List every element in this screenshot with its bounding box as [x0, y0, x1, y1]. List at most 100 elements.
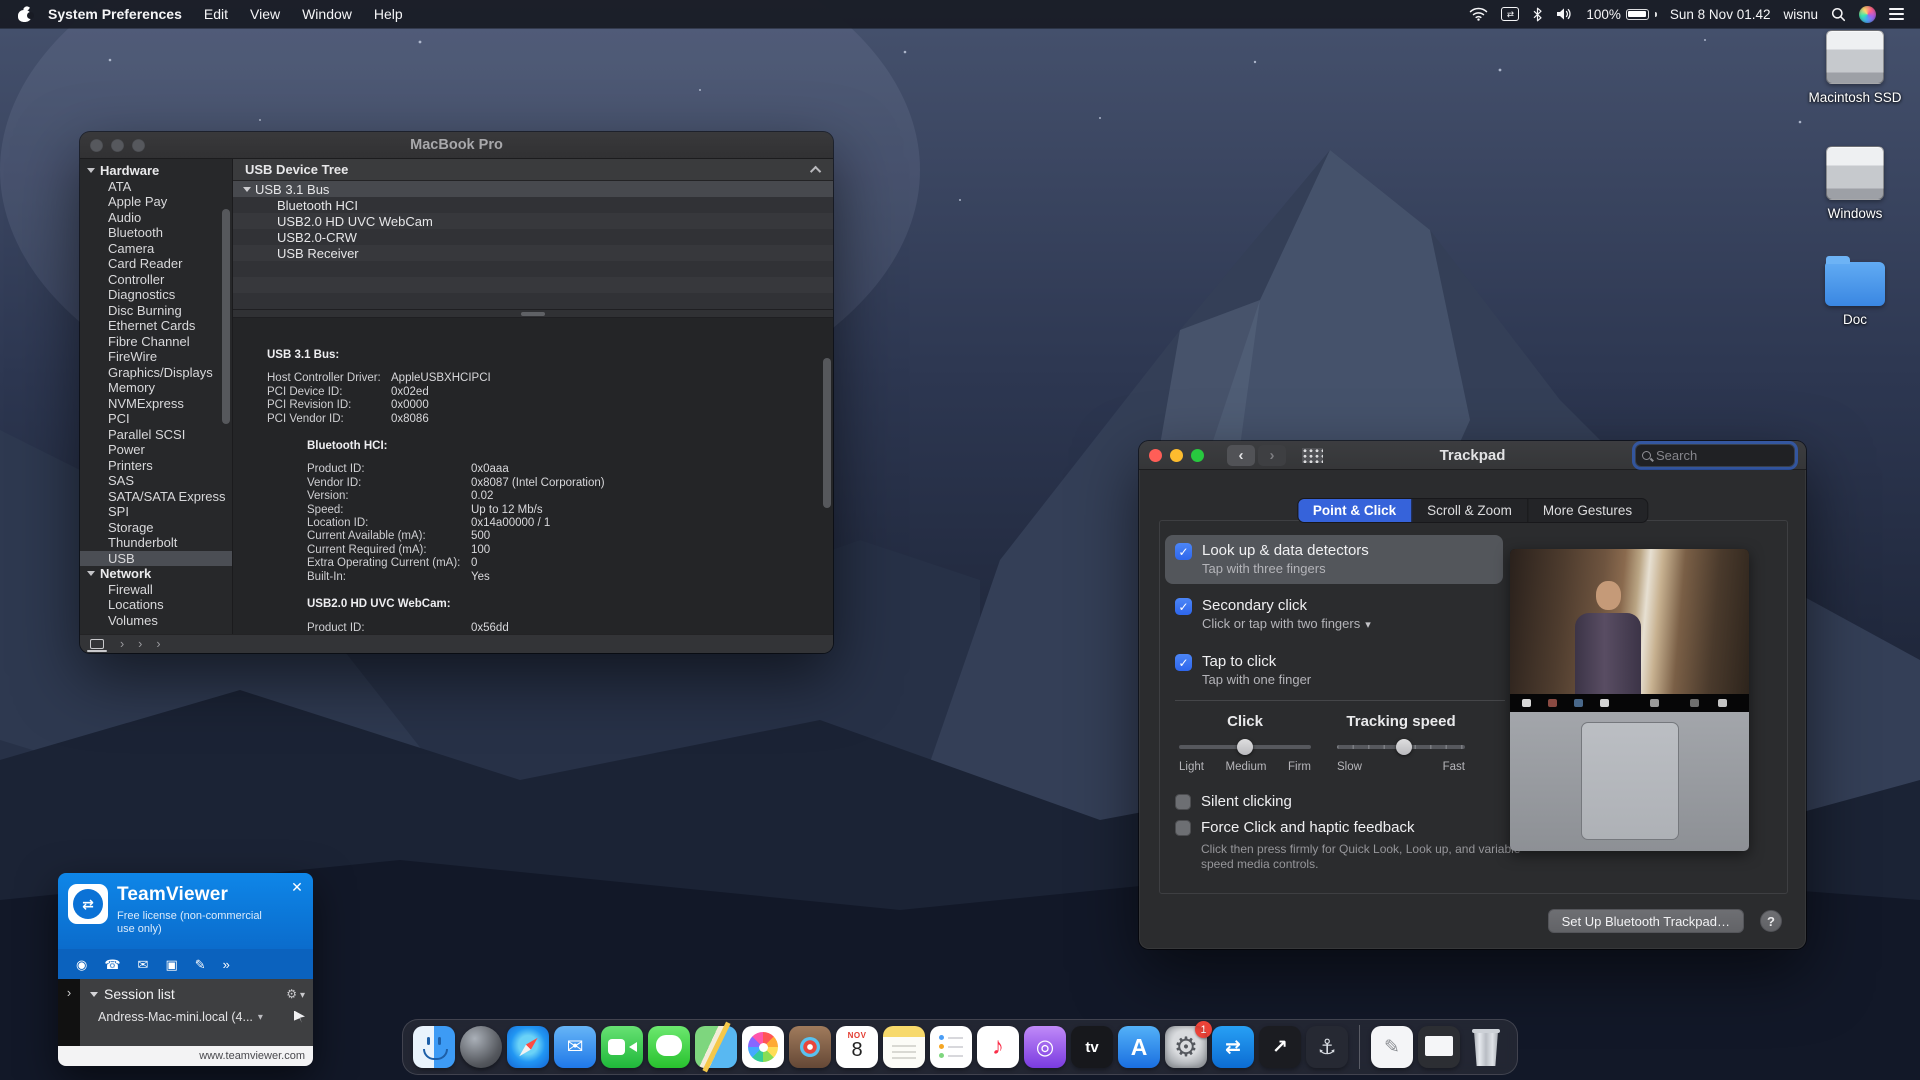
sidebar-item[interactable]: Firewall — [80, 582, 232, 598]
dock-anchor-app[interactable]: ⚓ — [1306, 1026, 1348, 1068]
sidebar-item[interactable]: SAS — [80, 473, 232, 489]
device-tree-row[interactable]: USB2.0-CRW — [233, 229, 833, 245]
sidebar-item[interactable]: Fibre Channel — [80, 334, 232, 350]
sidebar-item[interactable]: FireWire — [80, 349, 232, 365]
desktop-icon-doc[interactable]: Doc — [1792, 254, 1918, 327]
device-tree-row[interactable]: USB 3.1 Bus — [233, 181, 833, 197]
sidebar-item[interactable]: Volumes — [80, 613, 232, 629]
dock-trash[interactable] — [1465, 1026, 1507, 1068]
checkbox[interactable] — [1175, 598, 1192, 615]
website-link[interactable]: www.teamviewer.com — [199, 1050, 305, 1062]
dock-podcasts[interactable]: ◎ — [1024, 1026, 1066, 1068]
gesture-option-detail[interactable]: Tap with three fingers — [1202, 561, 1369, 577]
desktop-icon-macintosh-ssd[interactable]: Macintosh SSD — [1792, 30, 1918, 105]
dock-messages[interactable] — [648, 1026, 690, 1068]
sidebar-item[interactable]: Hardware — [80, 163, 232, 179]
more-icon[interactable]: » — [223, 958, 230, 971]
dock-maps[interactable] — [695, 1026, 737, 1068]
dock-tv[interactable]: tv — [1071, 1026, 1113, 1068]
device-tree-header[interactable]: USB Device Tree — [233, 159, 833, 181]
user-menu[interactable]: wisnu — [1783, 7, 1818, 22]
back-button[interactable]: ‹ — [1227, 445, 1255, 466]
tab[interactable]: Scroll & Zoom — [1412, 499, 1528, 522]
device-tree-row[interactable]: USB Receiver — [233, 245, 833, 261]
notification-center-icon[interactable] — [1889, 8, 1904, 19]
slider-thumb[interactable] — [1237, 739, 1253, 755]
sidebar-item[interactable]: USB — [80, 551, 232, 567]
dock-music[interactable]: ♪ — [977, 1026, 1019, 1068]
whiteboard-icon[interactable]: ✎ — [195, 958, 206, 971]
dock-notes[interactable] — [883, 1026, 925, 1068]
desktop-icon-windows[interactable]: Windows — [1792, 146, 1918, 221]
menu-item[interactable]: View — [239, 0, 291, 28]
chat-icon[interactable]: ✉ — [138, 958, 149, 971]
sidebar-item[interactable]: Network — [80, 566, 232, 582]
dock-sphere-app[interactable] — [460, 1026, 502, 1068]
setup-bluetooth-trackpad-button[interactable]: Set Up Bluetooth Trackpad… — [1548, 909, 1744, 933]
spotlight-icon[interactable] — [1831, 7, 1846, 22]
dock-calendar[interactable]: NOV 8 — [836, 1026, 878, 1068]
extra-option[interactable]: Silent clicking — [1175, 793, 1520, 811]
close-button[interactable] — [1149, 449, 1162, 462]
dock-document[interactable]: ✎ — [1371, 1026, 1413, 1068]
sidebar-item[interactable]: ATA — [80, 179, 232, 195]
battery-indicator[interactable]: 100% — [1586, 7, 1657, 22]
search-input[interactable] — [1656, 448, 1788, 463]
checkbox[interactable] — [1175, 543, 1192, 560]
sidebar-item[interactable]: Disc Burning — [80, 303, 232, 319]
dock-photos[interactable] — [742, 1026, 784, 1068]
sidebar-item[interactable]: NVMExpress — [80, 396, 232, 412]
sidebar-item[interactable]: Printers — [80, 458, 232, 474]
call-icon[interactable]: ☎ — [104, 958, 120, 971]
dock-stocks[interactable]: ↗ — [1259, 1026, 1301, 1068]
menu-item[interactable]: Help — [363, 0, 414, 28]
volume-icon[interactable] — [1556, 7, 1573, 21]
sidebar-item[interactable]: Bluetooth — [80, 225, 232, 241]
siri-icon[interactable] — [1859, 6, 1876, 23]
dock-minimized-window[interactable] — [1418, 1026, 1460, 1068]
wifi-icon[interactable] — [1469, 7, 1488, 21]
breadcrumb-item[interactable] — [149, 637, 167, 651]
close-button[interactable] — [90, 139, 103, 152]
extra-option[interactable]: Force Click and haptic feedback Click th… — [1175, 819, 1520, 872]
trackpad-demo-video[interactable] — [1510, 549, 1749, 851]
sidebar-item[interactable]: Thunderbolt — [80, 535, 232, 551]
dock-app-store[interactable]: A — [1118, 1026, 1160, 1068]
zoom-button[interactable] — [1191, 449, 1204, 462]
sidebar-item[interactable]: Power — [80, 442, 232, 458]
expand-panel-chevron[interactable] — [58, 979, 80, 1046]
pane-splitter[interactable] — [233, 309, 833, 318]
video-call-icon[interactable]: ◉ — [76, 958, 87, 971]
apple-menu-icon[interactable] — [18, 6, 31, 22]
sidebar-item[interactable]: Parallel SCSI — [80, 427, 232, 443]
dock-photo-booth[interactable] — [789, 1026, 831, 1068]
dock-mail[interactable]: ✉ — [554, 1026, 596, 1068]
sidebar-scrollbar[interactable] — [222, 209, 230, 424]
menu-item[interactable]: Window — [291, 0, 363, 28]
sysinfo-titlebar[interactable]: MacBook Pro — [80, 132, 833, 159]
slider-thumb[interactable] — [1396, 739, 1412, 755]
dock-safari[interactable] — [507, 1026, 549, 1068]
bluetooth-icon[interactable] — [1532, 7, 1543, 22]
close-icon[interactable] — [288, 878, 306, 896]
chevron-down-icon[interactable] — [258, 1012, 263, 1023]
gesture-option[interactable]: Secondary click Click or tap with two fi… — [1165, 590, 1503, 640]
sidebar-item[interactable]: Controller — [80, 272, 232, 288]
teamviewer-header[interactable]: TeamViewer Free license (non-commercial … — [58, 873, 313, 949]
tracking-speed-slider[interactable] — [1337, 739, 1465, 755]
gear-icon[interactable] — [286, 987, 297, 1001]
breadcrumb-item[interactable] — [113, 637, 131, 651]
chevron-down-icon[interactable] — [300, 987, 305, 1001]
menu-item[interactable]: Edit — [193, 0, 239, 28]
sidebar-item[interactable]: PCI — [80, 411, 232, 427]
trackpad-titlebar[interactable]: Trackpad ‹ › — [1139, 441, 1806, 470]
gesture-option-detail[interactable]: Click or tap with two fingers — [1202, 616, 1371, 633]
dock-reminders[interactable] — [930, 1026, 972, 1068]
dock-finder[interactable] — [413, 1026, 455, 1068]
checkbox[interactable] — [1175, 654, 1192, 671]
menu-item[interactable]: System Preferences — [37, 0, 193, 28]
sidebar-item[interactable]: SPI — [80, 504, 232, 520]
collapse-chevron-icon[interactable] — [810, 165, 821, 176]
help-button[interactable]: ? — [1760, 910, 1782, 932]
gesture-option[interactable]: Tap to click Tap with one finger — [1165, 646, 1503, 695]
